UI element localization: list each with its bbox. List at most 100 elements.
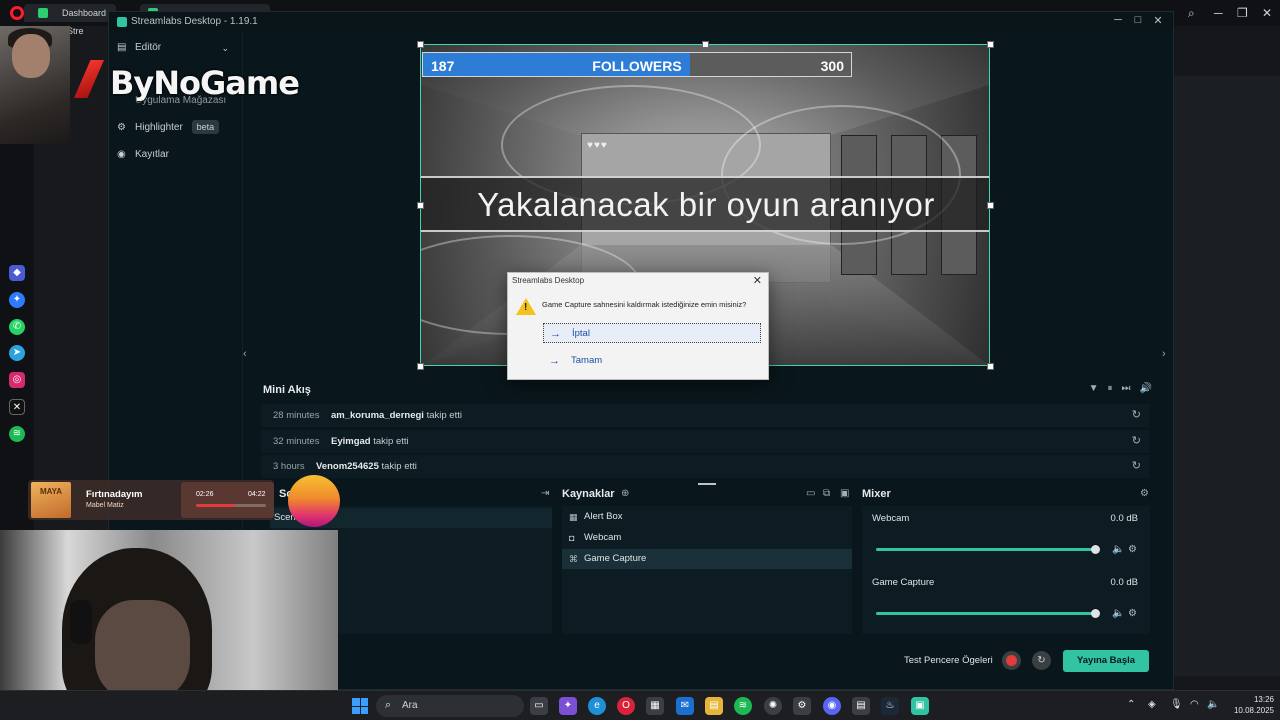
mute-icon[interactable]: 🔈 [1112,608,1124,619]
dialog-close-button[interactable]: ✕ [753,274,762,287]
instagram-icon[interactable]: ◎ [9,372,25,388]
nav-highlighter-label: Highlighter [135,122,183,133]
spotify-icon[interactable]: ≋ [9,426,25,442]
feed-row: 32 minutes Eyimgad takip etti ↻ [261,429,1149,453]
minimize-button[interactable]: ─ [1109,14,1127,26]
capture-status-text: Yakalanacak bir oyun aranıyor [477,186,935,223]
gear-icon[interactable]: ⚙ [1128,544,1137,555]
task-view-icon[interactable]: ▭ [530,697,548,715]
skip-icon[interactable]: ⏭ [1122,383,1140,394]
chatgpt-icon[interactable]: ✺ [764,697,782,715]
nav-editor-label: Editör [135,42,162,53]
replay-alert-icon[interactable]: ↻ [1132,430,1141,453]
arrow-right-icon: → [549,355,560,367]
outlook-icon[interactable]: ✉ [676,697,694,715]
resize-handle[interactable] [417,202,424,209]
tray-app-icon[interactable]: ◈ [1148,699,1156,710]
file-explorer-icon[interactable]: ▤ [705,697,723,715]
person-face [95,600,190,690]
source-item-webcam[interactable]: ◘ Webcam [562,528,852,548]
source-item-game-capture[interactable]: ⌘ Game Capture [562,549,852,569]
mute-icon[interactable]: 🔈 [1112,544,1124,555]
microphone-icon[interactable]: 🎙 [1170,699,1183,710]
nav-recordings[interactable]: ◉ Kayıtlar [117,146,235,164]
resize-handle[interactable] [987,363,994,370]
streamlabs-tab-icon [38,8,48,18]
nav-editor[interactable]: ▤ Editör ⌄ [117,39,235,57]
store-icon[interactable]: ▦ [646,697,664,715]
replay-alert-icon[interactable]: ↻ [1132,455,1141,478]
resize-handle[interactable] [987,202,994,209]
spotify-taskbar-icon[interactable]: ≋ [734,697,752,715]
close-icon[interactable]: ✕ [1262,6,1272,20]
maximize-icon[interactable]: ❐ [1237,6,1248,20]
mini-feed-tools: ▼⏸⏭🔊 [1089,383,1161,394]
resize-handle[interactable] [417,41,424,48]
collapse-scenes-icon[interactable]: ⇥ [541,488,549,499]
resize-handle[interactable] [417,363,424,370]
dock-resize-handle[interactable] [698,483,716,485]
speed-dial-icon[interactable]: ◆ [9,265,25,281]
edge-icon[interactable]: e [588,697,606,715]
record-button[interactable] [1002,651,1021,670]
volume-slider[interactable] [876,609,1100,618]
telegram-icon[interactable]: ➤ [9,345,25,361]
clock[interactable]: 13:26 10.08.2025 [1224,694,1274,716]
messenger-icon[interactable]: ✦ [9,292,25,308]
song-title: Fırtınadayım [86,489,143,500]
opera-icon[interactable]: O [617,697,635,715]
song-duration: 04:22 [248,491,266,498]
wifi-icon[interactable]: ◠ [1190,699,1199,710]
x-icon[interactable]: ✕ [9,399,25,415]
nav-highlighter[interactable]: ⚙ Highlighter beta [117,119,235,137]
resize-handle[interactable] [987,41,994,48]
volume-icon[interactable]: 🔊 [1140,383,1161,394]
discord-icon[interactable]: ◉ [823,697,841,715]
folder-icon[interactable]: ▭ [806,488,815,499]
settings-icon[interactable]: ▣ [840,488,849,499]
replay-buffer-button[interactable]: ↻ [1032,651,1051,670]
cancel-button-label: İptal [572,328,590,339]
maximize-button[interactable]: □ [1129,14,1147,26]
whatsapp-icon[interactable]: ✆ [9,319,25,335]
streamlabs-taskbar-icon[interactable]: ▣ [911,697,929,715]
windows-start-icon[interactable] [352,698,368,714]
go-live-button[interactable]: Yayına Başla [1063,650,1149,672]
collapse-left-icon[interactable]: ‹ [243,348,247,360]
tray-chevron-up-icon[interactable]: ⌃ [1127,699,1135,710]
source-item-label: Alert Box [584,511,623,522]
source-item-alert-box[interactable]: ▦ Alert Box [562,507,852,527]
collapse-right-icon[interactable]: › [1162,348,1166,360]
taskbar-search-placeholder: Ara [402,700,418,711]
webcam-overlay-large [0,530,338,690]
volume-slider-knob[interactable] [1091,609,1100,618]
replay-alert-icon[interactable]: ↻ [1132,404,1141,427]
mixer-channel-name: Game Capture [872,577,935,588]
search-icon[interactable]: ⌕ [1188,6,1195,21]
test-widgets-button[interactable]: Test Pencere Ögeleri [904,655,993,666]
ok-button[interactable]: → Tamam [543,351,761,371]
settings-taskbar-icon[interactable]: ⚙ [793,697,811,715]
link-icon[interactable]: ⧉ [823,488,830,499]
filter-icon[interactable]: ▼ [1089,383,1108,394]
ok-button-label: Tamam [571,355,603,366]
taskbar-search[interactable]: ⌕ Ara [376,695,524,717]
mixer-settings-icon[interactable]: ⚙ [1140,488,1149,499]
minimize-icon[interactable]: ─ [1214,6,1223,20]
gear-icon[interactable]: ⚙ [1128,608,1137,619]
pause-icon[interactable]: ⏸ [1108,383,1122,394]
copilot-icon[interactable]: ✦ [559,697,577,715]
cancel-button[interactable]: → İptal [543,323,761,343]
volume-slider-knob[interactable] [1091,545,1100,554]
chevron-down-icon[interactable]: ⌄ [221,39,229,57]
tab-dashboard[interactable]: Dashboard / Stre [24,4,116,36]
opera-logo-icon[interactable] [10,6,24,20]
close-button[interactable]: ✕ [1149,14,1167,27]
volume-slider[interactable] [876,545,1100,554]
speaker-icon[interactable]: 🔈 [1207,699,1219,710]
notepad-icon[interactable]: ▤ [852,697,870,715]
steam-icon[interactable]: ♨ [881,697,899,715]
add-source-icon[interactable]: ⊕ [621,488,629,499]
nav-recordings-label: Kayıtlar [135,149,169,160]
resize-handle[interactable] [702,41,709,48]
